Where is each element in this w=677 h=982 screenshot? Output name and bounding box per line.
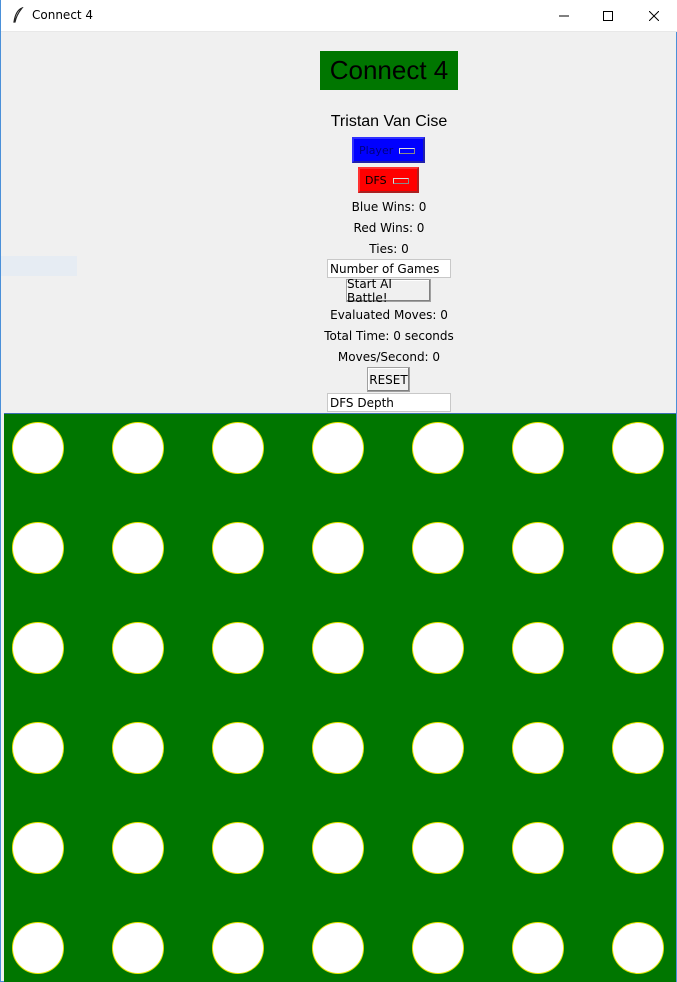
board-cell-r4-c2[interactable] bbox=[112, 722, 164, 774]
algorithm-menu-label: DFS bbox=[365, 173, 387, 187]
board-cell-r3-c7[interactable] bbox=[612, 622, 664, 674]
board-cell-r1-c1[interactable] bbox=[12, 422, 64, 474]
board-cell-r5-c6[interactable] bbox=[512, 822, 564, 874]
ghost-tooltip bbox=[1, 256, 77, 276]
dropdown-indicator-icon bbox=[399, 148, 415, 154]
board-cell-r4-c6[interactable] bbox=[512, 722, 564, 774]
maximize-icon bbox=[603, 10, 613, 21]
board-cell-r6-c5[interactable] bbox=[412, 922, 464, 974]
author-label: Tristan Van Cise bbox=[330, 113, 448, 130]
board-cell-r3-c5[interactable] bbox=[412, 622, 464, 674]
close-button[interactable] bbox=[631, 0, 677, 31]
board-cell-r6-c4[interactable] bbox=[312, 922, 364, 974]
total-time-label: Total Time: 0 seconds bbox=[324, 329, 454, 343]
ties-label: Ties: 0 bbox=[369, 242, 409, 256]
board-cell-r1-c4[interactable] bbox=[312, 422, 364, 474]
board-cell-r3-c2[interactable] bbox=[112, 622, 164, 674]
app-window: Connect 4 Connect 4 Tristan Van Cise Pla… bbox=[0, 0, 677, 982]
close-icon bbox=[649, 10, 659, 21]
board-cell-r2-c7[interactable] bbox=[612, 522, 664, 574]
board-cell-r5-c7[interactable] bbox=[612, 822, 664, 874]
board-cell-r5-c4[interactable] bbox=[312, 822, 364, 874]
player-menu-label: Player bbox=[359, 143, 394, 157]
feather-icon bbox=[12, 6, 24, 23]
algorithm-menu-button[interactable]: DFS bbox=[358, 167, 419, 193]
board-cell-r3-c1[interactable] bbox=[12, 622, 64, 674]
board-cell-r5-c2[interactable] bbox=[112, 822, 164, 874]
minimize-icon bbox=[559, 15, 569, 16]
dfs-depth-input[interactable] bbox=[327, 393, 451, 412]
board-cell-r1-c3[interactable] bbox=[212, 422, 264, 474]
board-cell-r2-c1[interactable] bbox=[12, 522, 64, 574]
board-cell-r4-c1[interactable] bbox=[12, 722, 64, 774]
board-cell-r3-c3[interactable] bbox=[212, 622, 264, 674]
board-cell-r2-c2[interactable] bbox=[112, 522, 164, 574]
blue-wins-label: Blue Wins: 0 bbox=[351, 200, 427, 214]
start-ai-battle-button[interactable]: Start AI Battle! bbox=[346, 277, 431, 305]
reset-button[interactable]: RESET bbox=[367, 367, 410, 392]
board-cell-r6-c1[interactable] bbox=[12, 922, 64, 974]
evaluated-moves-label: Evaluated Moves: 0 bbox=[330, 308, 448, 322]
game-board[interactable] bbox=[4, 413, 676, 982]
board-cell-r1-c5[interactable] bbox=[412, 422, 464, 474]
red-wins-label: Red Wins: 0 bbox=[353, 221, 425, 235]
board-cell-r1-c2[interactable] bbox=[112, 422, 164, 474]
title-bar[interactable]: Connect 4 bbox=[1, 0, 677, 32]
board-cell-r6-c7[interactable] bbox=[612, 922, 664, 974]
number-of-games-input[interactable] bbox=[327, 259, 451, 278]
board-cell-r5-c1[interactable] bbox=[12, 822, 64, 874]
board-cell-r6-c3[interactable] bbox=[212, 922, 264, 974]
board-cell-r4-c4[interactable] bbox=[312, 722, 364, 774]
board-cell-r3-c6[interactable] bbox=[512, 622, 564, 674]
board-cell-r6-c2[interactable] bbox=[112, 922, 164, 974]
board-cell-r2-c3[interactable] bbox=[212, 522, 264, 574]
board-cell-r2-c5[interactable] bbox=[412, 522, 464, 574]
moves-per-second-label: Moves/Second: 0 bbox=[337, 350, 441, 364]
game-title: Connect 4 bbox=[320, 51, 458, 90]
player-menu-button[interactable]: Player bbox=[352, 137, 425, 163]
board-cell-r5-c3[interactable] bbox=[212, 822, 264, 874]
window-title: Connect 4 bbox=[32, 8, 94, 22]
minimize-button[interactable] bbox=[541, 0, 587, 31]
board-cell-r4-c3[interactable] bbox=[212, 722, 264, 774]
board-cell-r4-c5[interactable] bbox=[412, 722, 464, 774]
board-cell-r2-c6[interactable] bbox=[512, 522, 564, 574]
board-cell-r4-c7[interactable] bbox=[612, 722, 664, 774]
board-cell-r6-c6[interactable] bbox=[512, 922, 564, 974]
dropdown-indicator-icon bbox=[393, 178, 409, 184]
board-cell-r2-c4[interactable] bbox=[312, 522, 364, 574]
board-cell-r3-c4[interactable] bbox=[312, 622, 364, 674]
board-cell-r5-c5[interactable] bbox=[412, 822, 464, 874]
board-cell-r1-c7[interactable] bbox=[612, 422, 664, 474]
maximize-button[interactable] bbox=[585, 0, 631, 31]
board-cell-r1-c6[interactable] bbox=[512, 422, 564, 474]
